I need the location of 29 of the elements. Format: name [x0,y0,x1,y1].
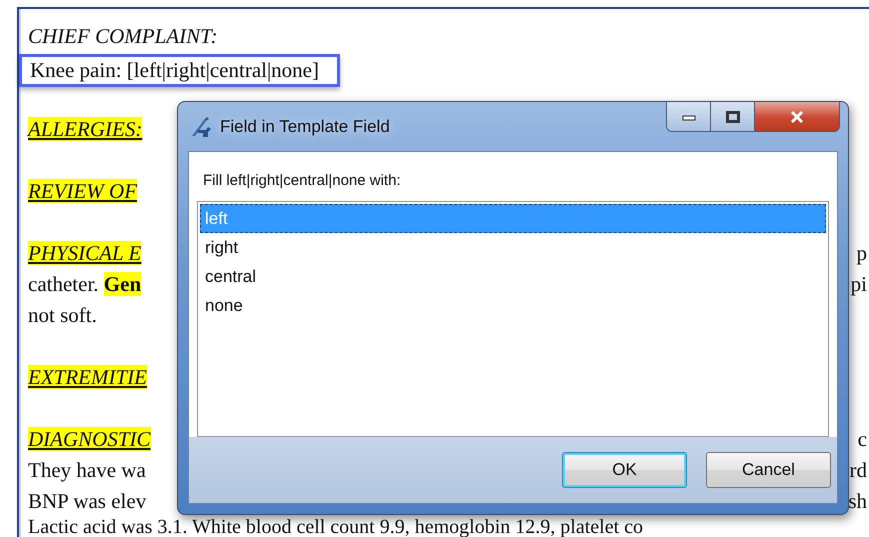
section-heading: EXTREMITIE [28,365,147,390]
document-text: sh [848,489,867,514]
minimize-icon [682,112,696,120]
list-item[interactable]: right [200,233,826,262]
maximize-icon [726,110,740,122]
ok-button[interactable]: OK [562,452,687,488]
list-item[interactable]: none [200,291,826,320]
document-text: p [856,241,867,266]
document-text: They have wa [28,458,146,483]
window-title: Field in Template Field [220,116,390,136]
document-text: pi [850,272,867,297]
document-text: not soft. [28,303,97,328]
document-text: BNP was elev [28,489,146,514]
section-heading: ALLERGIES: [28,117,142,142]
section-heading: PHYSICAL E [28,241,142,266]
prompt-text: Fill left|right|central|none with: [202,172,402,189]
document-text: catheter. Gen [28,272,142,297]
document-text: rd [850,458,867,483]
maximize-button[interactable] [711,102,755,131]
section-heading: DIAGNOSTIC [28,427,151,452]
minimize-button[interactable] [667,102,711,131]
document-text: c [858,427,867,452]
document-text: Lactic acid was 3.1. White blood cell count 9.9, hemoglobin 12.9, platelet co [28,517,644,537]
pen-icon [190,116,212,138]
close-icon [789,110,805,122]
cancel-button[interactable]: Cancel [706,452,831,488]
document-text: CHIEF COMPLAINT: [28,24,218,49]
close-button[interactable] [755,102,839,131]
list-item[interactable]: central [200,262,826,291]
